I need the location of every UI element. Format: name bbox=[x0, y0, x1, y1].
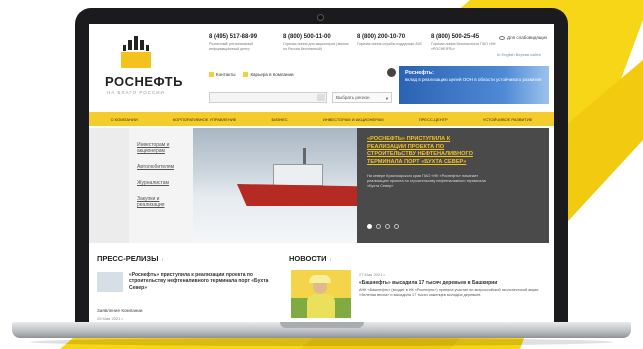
nav-item-investors[interactable]: Инвесторам и акционерам bbox=[323, 117, 384, 122]
banner-text: вклад в реализацию целей ООН в области у… bbox=[405, 77, 542, 82]
news-image[interactable] bbox=[291, 270, 351, 318]
phone-number: 8 (800) 500-11-00 bbox=[283, 34, 331, 40]
press-headline-link[interactable]: «Роснефть» приступила к реализации проек… bbox=[129, 272, 279, 291]
carousel-dots bbox=[367, 224, 399, 229]
phone-item: 8 (800) 200-10-70 Горячая линия службы п… bbox=[357, 34, 423, 52]
search-input[interactable] bbox=[209, 92, 327, 103]
carousel-dot[interactable] bbox=[367, 224, 372, 229]
hero-section: Инвесторам и акционерам Автолюбителям Жу… bbox=[89, 128, 554, 243]
logo-tagline: НА БЛАГО РОССИИ bbox=[107, 90, 165, 95]
career-icon bbox=[243, 72, 249, 78]
carousel-dot[interactable] bbox=[385, 224, 390, 229]
hero-image-ship bbox=[193, 128, 357, 243]
news-headline-link[interactable]: «Башнефть» высадила 17 тысяч деревьев в … bbox=[359, 280, 539, 286]
side-menu: Инвесторам и акционерам Автолюбителям Жу… bbox=[129, 128, 193, 243]
eye-icon bbox=[499, 35, 505, 40]
news-title-text: НОВОСТИ bbox=[289, 254, 327, 263]
nav-item-about[interactable]: О компании bbox=[111, 117, 138, 122]
news-date: 27 Мая 2021 г. bbox=[359, 272, 386, 277]
language-links[interactable]: In English Версия сайта bbox=[497, 52, 541, 57]
laptop-shadow bbox=[30, 338, 613, 346]
press-section-title[interactable]: ПРЕСС-РЕЛИЗЫ › bbox=[97, 254, 277, 263]
phone-item: 8 (800) 500-11-00 Горячая линия для акци… bbox=[283, 34, 349, 52]
nav-item-sustainability[interactable]: Устойчивое развитие bbox=[483, 117, 532, 122]
side-link-motorists[interactable]: Автолюбителям bbox=[137, 164, 185, 170]
news-section-title[interactable]: НОВОСТИ › bbox=[289, 254, 331, 263]
phone-number: 8 (800) 500-25-45 bbox=[431, 34, 480, 40]
laptop-base bbox=[12, 322, 631, 338]
news-text: АНК «Башнефть» (входит в НК «Роснефть») … bbox=[359, 288, 539, 297]
hero-text: На севере Красноярского края ПАО «НК «Ро… bbox=[367, 174, 486, 188]
side-link-procurement[interactable]: Закупки и реализация bbox=[137, 196, 185, 208]
contacts-icon bbox=[209, 72, 214, 78]
hero-left-gutter bbox=[89, 128, 129, 243]
career-link[interactable]: Карьера в Компании bbox=[243, 72, 294, 78]
rosneft-logo-icon[interactable] bbox=[121, 36, 151, 68]
nav-item-press[interactable]: Пресс-центр bbox=[419, 117, 448, 122]
press-subtitle[interactable]: Заявление Компании bbox=[97, 308, 142, 313]
laptop-notch bbox=[280, 322, 364, 328]
search-icon[interactable] bbox=[317, 94, 325, 101]
nav-item-governance[interactable]: Корпоративное управление bbox=[173, 117, 236, 122]
phone-description: Горячая линия службы поддержки АЗС bbox=[357, 42, 423, 46]
region-select[interactable]: Выбрать регион ▼ bbox=[332, 92, 392, 103]
chevron-right-icon: › bbox=[329, 257, 332, 263]
logo-text[interactable]: РОСНЕФТЬ bbox=[105, 74, 183, 89]
carousel-dot[interactable] bbox=[394, 224, 399, 229]
phone-description: Горячая линия для акционеров (звонок по … bbox=[283, 42, 349, 51]
hero-panel: «РОСНЕФТЬ» ПРИСТУПИЛА К РЕАЛИЗАЦИИ ПРОЕК… bbox=[357, 128, 549, 243]
sdg-banner[interactable]: Роснефть: вклад в реализацию целей ООН в… bbox=[399, 66, 549, 104]
site-header: РОСНЕФТЬ НА БЛАГО РОССИИ 8 (495) 517-88-… bbox=[89, 24, 554, 110]
news-image-person bbox=[307, 294, 335, 318]
stage: РОСНЕФТЬ НА БЛАГО РОССИИ 8 (495) 517-88-… bbox=[0, 0, 643, 349]
vision-label: Для слабовидящих bbox=[507, 35, 548, 40]
hero-title-link[interactable]: «РОСНЕФТЬ» ПРИСТУПИЛА К РЕАЛИЗАЦИИ ПРОЕК… bbox=[367, 136, 477, 166]
vk-icon[interactable] bbox=[387, 68, 396, 77]
press-thumbnail[interactable] bbox=[97, 272, 123, 292]
ship-hull bbox=[237, 184, 357, 206]
phone-number: 8 (800) 200-10-70 bbox=[357, 34, 406, 40]
header-links: Контакты Карьера в Компании bbox=[209, 72, 294, 78]
laptop-screen: РОСНЕФТЬ НА БЛАГО РОССИИ 8 (495) 517-88-… bbox=[89, 24, 554, 324]
region-placeholder: Выбрать регион bbox=[336, 95, 370, 100]
press-title-text: ПРЕСС-РЕЛИЗЫ bbox=[97, 254, 159, 263]
banner-title: Роснефть: bbox=[405, 70, 434, 76]
camera-icon bbox=[317, 14, 324, 21]
chevron-right-icon: › bbox=[161, 257, 164, 263]
nav-item-business[interactable]: Бизнес bbox=[271, 117, 287, 122]
contacts-link[interactable]: Контакты bbox=[209, 72, 236, 78]
phone-number: 8 (495) 517-88-99 bbox=[209, 34, 258, 40]
ship-superstructure bbox=[273, 164, 323, 186]
phone-description: Розничный/ региональный информационный ц… bbox=[209, 42, 254, 51]
contacts-label: Контакты bbox=[216, 72, 236, 77]
side-link-investors[interactable]: Инвесторам и акционерам bbox=[137, 142, 185, 154]
phone-description: Горячая линия безопасности ПАО «НК «РОСН… bbox=[431, 42, 496, 51]
phone-item: 8 (800) 500-25-45 Горячая линия безопасн… bbox=[431, 34, 497, 52]
laptop-lid: РОСНЕФТЬ НА БЛАГО РОССИИ 8 (495) 517-88-… bbox=[75, 8, 568, 324]
side-link-journalists[interactable]: Журналистам bbox=[137, 180, 185, 186]
chevron-down-icon: ▼ bbox=[385, 96, 389, 101]
career-label: Карьера в Компании bbox=[250, 72, 294, 77]
phone-list: 8 (495) 517-88-99 Розничный/ региональны… bbox=[209, 34, 499, 52]
carousel-dot[interactable] bbox=[376, 224, 381, 229]
news-image-hat bbox=[309, 275, 331, 283]
press-date: 25 Мая 2021 г. bbox=[97, 316, 124, 321]
main-nav: О компании Корпоративное управление Бизн… bbox=[89, 112, 554, 126]
vision-mode-link[interactable]: Для слабовидящих bbox=[499, 35, 547, 40]
phone-item: 8 (495) 517-88-99 Розничный/ региональны… bbox=[209, 34, 275, 52]
